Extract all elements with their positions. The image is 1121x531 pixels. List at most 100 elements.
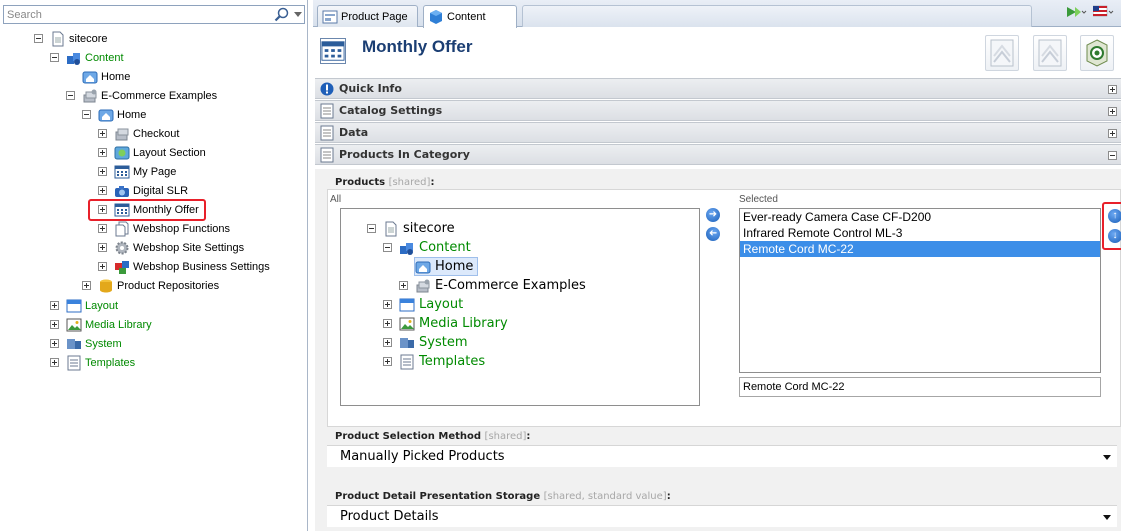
item-status-button[interactable] [1080,35,1114,71]
content-editor: Product Page Content Monthly Offer Quick… [313,0,1121,531]
expand-toggle[interactable] [50,339,59,348]
tree-item-content[interactable]: Content [66,49,124,66]
expand-toggle[interactable] [50,358,59,367]
tree-item-webshop-functions[interactable]: Webshop Functions [114,220,230,237]
add-arrow-icon[interactable]: ➜ [706,208,720,222]
system-icon [67,338,81,349]
expand-toggle[interactable] [383,338,392,347]
tree-item-product-repositories[interactable]: Product Repositories [98,277,219,294]
collapse-toggle[interactable] [367,224,376,233]
tab-content[interactable]: Content [423,5,517,28]
all-items-tree[interactable]: sitecore Content Home E-Commerce Example… [340,208,700,406]
expand-toggle[interactable] [98,129,107,138]
expand-toggle[interactable] [98,262,107,271]
tree-item-system[interactable]: System [399,333,467,352]
tree-label: E-Commerce Examples [435,278,586,293]
selected-item-field[interactable]: Remote Cord MC-22 [739,377,1101,397]
tree-label: Home [435,259,474,274]
expand-toggle[interactable] [50,320,59,329]
tree-item-ecommerce-examples[interactable]: E-Commerce Examples [415,276,586,295]
search-icon[interactable] [272,6,292,23]
tree-label: E-Commerce Examples [101,89,218,102]
expand-toggle[interactable] [1108,107,1117,116]
expand-toggle[interactable] [383,357,392,366]
section-quick-info[interactable]: Quick Info [315,78,1121,99]
tree-item-layout[interactable]: Layout [66,297,118,314]
tree-item-home[interactable]: Home [98,106,146,123]
expand-toggle[interactable] [98,243,107,252]
expand-toggle[interactable] [1108,129,1117,138]
tree-item-content[interactable]: Content [399,238,471,257]
selected-items-list[interactable]: Ever-ready Camera Case CF-D200 Infrared … [739,208,1101,373]
remove-arrow-icon[interactable]: ➜ [706,227,720,241]
expand-toggle[interactable] [82,281,91,290]
content-icon [400,242,413,255]
document-icon [385,221,397,236]
tree-item-templates[interactable]: Templates [399,352,485,371]
tree-item-sitecore[interactable]: sitecore [383,219,455,238]
expand-toggle[interactable] [98,167,107,176]
section-document-icon [320,103,334,118]
home-icon [415,261,431,273]
expand-toggle[interactable] [399,281,408,290]
tree-label: Layout [85,299,119,312]
chevron-down-icon[interactable] [294,12,302,17]
expand-toggle[interactable] [1108,85,1117,94]
tree-item-layout[interactable]: Layout [399,295,463,314]
tree-item-system[interactable]: System [66,335,122,352]
tree-item-media-library[interactable]: Media Library [66,316,152,333]
field-label-text: Products [335,177,386,188]
tree-item-digital-slr[interactable]: Digital SLR [114,182,188,199]
tab-label: Content [447,11,486,23]
collapse-toggle[interactable] [1108,151,1117,160]
tab-bar: Product Page Content [313,0,1121,28]
dropdown-arrow-icon[interactable] [1103,515,1111,520]
expand-toggle[interactable] [98,148,107,157]
field-colon: : [430,177,435,188]
template-layout-icon [990,39,1014,67]
collapse-toggle[interactable] [66,91,75,100]
tree-item-home[interactable]: Home [414,257,479,276]
selection-method-select[interactable]: Manually Picked Products [327,445,1117,467]
tree-label: System [419,335,468,350]
selected-label: Selected [739,194,778,205]
expand-toggle[interactable] [98,186,107,195]
expand-toggle[interactable] [50,301,59,310]
expand-toggle[interactable] [98,224,107,233]
section-products-in-category[interactable]: Products In Category [315,144,1121,165]
selected-item[interactable]: Remote Cord MC-22 [740,241,1100,257]
tree-item-templates[interactable]: Templates [66,354,135,371]
tree-item-webshop-business-settings[interactable]: Webshop Business Settings [114,258,270,275]
select-value: Manually Picked Products [340,449,505,464]
collapse-toggle[interactable] [82,110,91,119]
tree-label: Webshop Functions [133,222,231,235]
tree-item-layout-section[interactable]: Layout Section [114,144,206,161]
tree-item-checkout[interactable]: Checkout [114,125,179,142]
tree-item-sitecore[interactable]: sitecore [50,30,108,47]
search-input[interactable] [4,6,266,23]
presentation-storage-select[interactable]: Product Details [327,505,1117,527]
collapse-toggle[interactable] [34,34,43,43]
selected-item[interactable]: Infrared Remote Control ML-3 [740,225,1100,241]
selected-item[interactable]: Ever-ready Camera Case CF-D200 [740,209,1100,225]
collapse-toggle[interactable] [50,53,59,62]
tree-item-home[interactable]: Home [82,68,130,85]
layout-button[interactable] [1033,35,1067,71]
tree-item-media-library[interactable]: Media Library [399,314,508,333]
language-flag-icon[interactable] [1093,5,1115,19]
section-data[interactable]: Data [315,122,1121,143]
products-field-label: Products [shared]: [335,177,434,188]
go-icon[interactable] [1065,5,1087,19]
tab-product-page[interactable]: Product Page [317,5,418,27]
tree-item-webshop-site-settings[interactable]: Webshop Site Settings [114,239,244,256]
expand-toggle[interactable] [383,300,392,309]
tree-item-my-page[interactable]: My Page [114,163,176,180]
repository-icon [100,279,112,292]
tree-label: System [85,337,122,350]
section-catalog-settings[interactable]: Catalog Settings [315,100,1121,121]
collapse-toggle[interactable] [383,243,392,252]
validation-button[interactable] [985,35,1019,71]
tree-item-ecommerce-examples[interactable]: E-Commerce Examples [82,87,217,104]
dropdown-arrow-icon[interactable] [1103,455,1111,460]
expand-toggle[interactable] [383,319,392,328]
